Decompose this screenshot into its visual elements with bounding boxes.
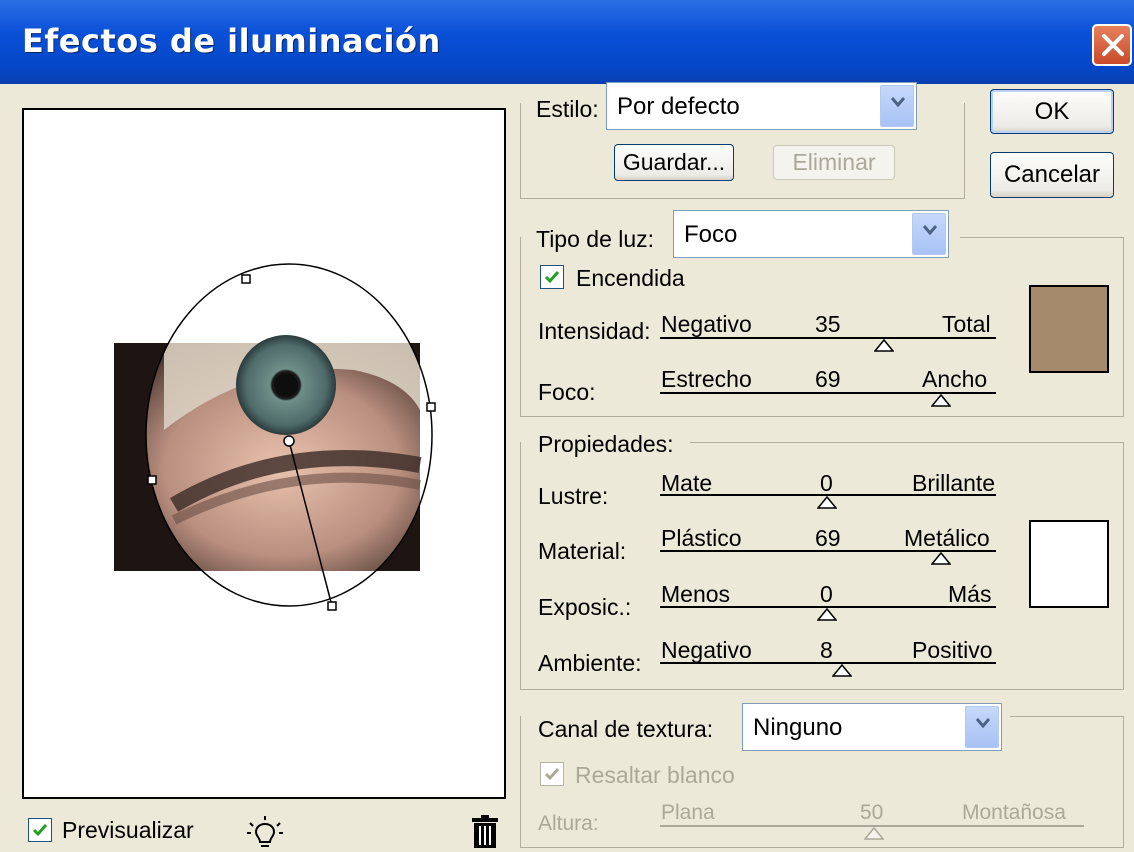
light-bottom-handle[interactable]	[327, 601, 337, 611]
material-min-label: Plástico	[661, 525, 742, 551]
intensity-slider-track[interactable]	[660, 337, 996, 339]
light-left-handle[interactable]	[147, 475, 157, 485]
chevron-down-icon	[975, 718, 991, 729]
gloss-label: Lustre:	[538, 483, 609, 509]
exposure-max-label: Más	[948, 581, 992, 607]
trash-icon[interactable]	[471, 815, 499, 849]
material-label: Material:	[538, 538, 627, 564]
light-type-label: Tipo de luz:	[536, 226, 659, 253]
ok-button[interactable]: OK	[990, 89, 1114, 134]
preview-label: Previsualizar	[62, 817, 194, 843]
light-on-label: Encendida	[576, 265, 685, 291]
white-high-checkbox[interactable]	[540, 762, 564, 786]
title-bar: Efectos de iluminación	[0, 0, 1134, 84]
preview-checkbox[interactable]	[28, 818, 52, 842]
height-value: 50	[860, 801, 884, 824]
style-dropdown-arrow[interactable]	[880, 85, 914, 127]
exposure-label: Exposic.:	[538, 594, 632, 620]
height-max-label: Montañosa	[962, 801, 1066, 824]
exposure-value: 0	[820, 581, 833, 607]
light-type-select[interactable]: Foco	[673, 210, 949, 258]
focus-slider-thumb[interactable]	[931, 394, 951, 407]
light-type-group-top-edge	[960, 237, 1124, 238]
light-center-handle[interactable]	[283, 435, 295, 447]
intensity-value: 35	[815, 311, 841, 337]
gloss-min-label: Mate	[661, 470, 713, 496]
ambience-label: Ambiente:	[538, 650, 642, 676]
height-label: Altura:	[538, 812, 599, 835]
texture-channel-label: Canal de textura:	[538, 716, 718, 743]
style-select[interactable]: Por defecto	[606, 82, 917, 130]
preview-image	[114, 335, 422, 571]
preview-canvas[interactable]	[22, 108, 506, 799]
style-value: Por defecto	[617, 93, 740, 120]
check-icon	[544, 271, 560, 284]
focus-min-label: Estrecho	[661, 366, 752, 392]
ambience-slider-track[interactable]	[660, 662, 996, 664]
texture-channel-select[interactable]: Ninguno	[742, 703, 1002, 751]
focus-value: 69	[815, 366, 841, 392]
light-type-dropdown-arrow[interactable]	[912, 213, 946, 255]
check-icon	[32, 824, 48, 837]
texture-group-top-edge	[1010, 716, 1124, 717]
material-value: 69	[815, 525, 841, 551]
texture-channel-dropdown-arrow[interactable]	[965, 706, 999, 748]
check-icon	[544, 768, 560, 781]
properties-color-swatch[interactable]	[1029, 520, 1109, 608]
delete-style-button[interactable]: Eliminar	[773, 145, 895, 180]
height-slider-thumb[interactable]	[864, 827, 884, 840]
gloss-value: 0	[820, 470, 833, 496]
ambience-min-label: Negativo	[661, 637, 752, 663]
intensity-label: Intensidad:	[538, 318, 651, 344]
white-high-label: Resaltar blanco	[575, 762, 735, 788]
lightbulb-icon[interactable]	[245, 815, 285, 851]
close-button[interactable]	[1092, 24, 1132, 66]
height-min-label: Plana	[661, 801, 715, 824]
properties-label: Propiedades:	[538, 431, 674, 457]
material-slider-thumb[interactable]	[931, 552, 951, 565]
focus-max-label: Ancho	[922, 366, 988, 392]
properties-group-top-edge	[690, 442, 1124, 443]
material-max-label: Metálico	[904, 525, 990, 551]
window-title: Efectos de iluminación	[22, 22, 441, 60]
intensity-max-label: Total	[942, 311, 991, 337]
gloss-max-label: Brillante	[912, 470, 996, 496]
style-label: Estilo:	[536, 96, 603, 123]
gloss-slider-thumb[interactable]	[817, 496, 837, 509]
intensity-slider-thumb[interactable]	[874, 339, 894, 352]
close-icon	[1102, 34, 1124, 56]
cancel-button[interactable]: Cancelar	[990, 152, 1114, 198]
light-color-swatch[interactable]	[1029, 285, 1109, 373]
light-type-value: Foco	[684, 221, 738, 248]
ambience-max-label: Positivo	[912, 637, 993, 663]
chevron-down-icon	[890, 97, 906, 108]
light-right-handle[interactable]	[426, 402, 436, 412]
focus-label: Foco:	[538, 379, 596, 405]
exposure-slider-thumb[interactable]	[817, 608, 837, 621]
light-on-checkbox[interactable]	[540, 265, 564, 289]
chevron-down-icon	[922, 225, 938, 236]
ambience-value: 8	[820, 637, 833, 663]
ambience-slider-thumb[interactable]	[832, 664, 852, 677]
light-top-handle[interactable]	[241, 274, 251, 284]
exposure-min-label: Menos	[661, 581, 731, 607]
save-style-button[interactable]: Guardar...	[614, 144, 734, 181]
intensity-min-label: Negativo	[661, 311, 752, 337]
texture-channel-value: Ninguno	[753, 714, 843, 741]
